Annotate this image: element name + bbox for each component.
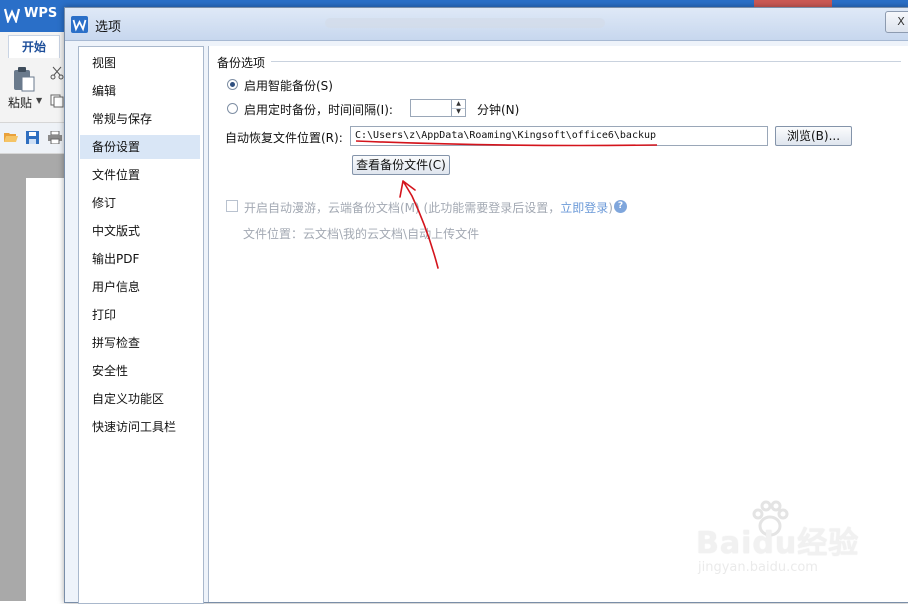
baidu-watermark: Baidu经验 jingyan.baidu.com [696,500,866,580]
timed-backup-label[interactable]: 启用定时备份，时间间隔(I): [244,101,393,118]
nav-item-security[interactable]: 安全性 [80,359,200,383]
folder-open-icon[interactable] [4,131,18,143]
nav-item-user-info[interactable]: 用户信息 [80,275,200,299]
document-page[interactable] [26,178,68,601]
stepper-buttons: ▲ ▼ [451,100,465,116]
close-button[interactable]: X [885,11,908,33]
options-nav: 视图 编辑 常规与保存 备份设置 文件位置 修订 中文版式 输出PDF 用户信息… [78,46,204,604]
login-link[interactable]: 立即登录 [560,201,608,215]
quick-access-toolbar [0,123,68,154]
smart-backup-label[interactable]: 启用智能备份(S) [244,77,333,94]
auto-roaming-label[interactable]: 开启自动漫游，云端备份文档(M) (此功能需要登录后设置，立即登录) [244,199,613,216]
nav-item-export-pdf[interactable]: 输出PDF [80,247,200,271]
nav-item-file-location[interactable]: 文件位置 [80,163,200,187]
paste-button-label[interactable]: 粘贴 [8,94,32,111]
dialog-title-bar[interactable]: 选项 X [65,8,908,41]
nav-item-edit[interactable]: 编辑 [80,79,200,103]
app-name: WPS [24,6,58,21]
help-icon[interactable]: ? [614,200,627,213]
ribbon: 开始 粘贴 ▼ [0,32,68,123]
nav-item-backup[interactable]: 备份设置 [80,135,200,159]
watermark-brand: Baidu经验 [696,526,860,561]
nav-item-view[interactable]: 视图 [80,51,200,75]
group-title: 备份选项 [217,54,270,71]
recover-location-label: 自动恢复文件位置(R): [225,131,343,145]
paste-icon[interactable] [12,66,36,92]
nav-item-customize-ribbon[interactable]: 自定义功能区 [80,387,200,411]
interval-unit-label: 分钟(N) [477,103,520,117]
nav-item-general[interactable]: 常规与保存 [80,107,200,131]
smart-backup-radio[interactable] [227,79,238,90]
nav-item-print[interactable]: 打印 [80,303,200,327]
group-divider [271,61,901,62]
wps-logo-icon [71,16,88,33]
file-location-note: 文件位置：云文档\我的云文档\自动上传文件 [243,227,480,241]
recover-location-field[interactable]: C:\Users\z\AppData\Roaming\Kingsoft\offi… [350,126,768,146]
tab-start[interactable]: 开始 [8,35,60,58]
print-icon[interactable] [48,131,62,144]
dialog-title: 选项 [95,20,122,35]
view-backup-files-button[interactable]: 查看备份文件(C) [352,155,450,175]
browse-button[interactable]: 浏览(B)... [775,126,852,146]
stepper-down-icon[interactable]: ▼ [452,108,465,116]
chevron-down-icon[interactable]: ▼ [36,96,42,105]
interval-stepper[interactable]: ▲ ▼ [410,99,466,117]
wps-logo-icon [4,8,20,23]
timed-backup-radio[interactable] [227,103,238,114]
nav-item-revision[interactable]: 修订 [80,191,200,215]
nav-item-spellcheck[interactable]: 拼写检查 [80,331,200,355]
nav-item-chinese-layout[interactable]: 中文版式 [80,219,200,243]
scissors-icon[interactable] [50,66,64,80]
save-icon[interactable] [26,131,39,144]
watermark-url: jingyan.baidu.com [698,560,818,575]
document-area [0,154,68,601]
copy-icon[interactable] [50,94,64,108]
nav-item-quick-access-toolbar[interactable]: 快速访问工具栏 [80,415,200,439]
blurred-title-text [325,18,605,28]
auto-roaming-checkbox[interactable] [226,200,238,212]
